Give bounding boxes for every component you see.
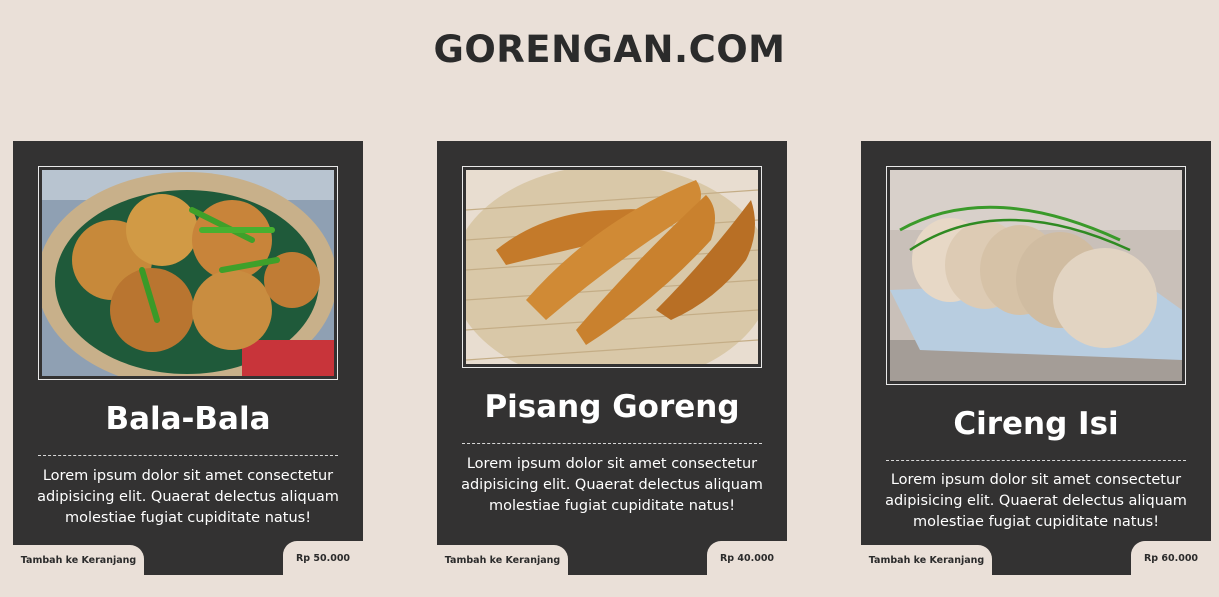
product-card-bala-bala: Bala-Bala Lorem ipsum dolor sit amet con…	[13, 141, 363, 575]
product-description: Lorem ipsum dolor sit amet consectetur a…	[885, 472, 1187, 530]
price-tag: Rp 60.000	[1131, 541, 1211, 575]
product-photo-frame	[462, 166, 762, 368]
product-card-pisang-goreng: Pisang Goreng Lorem ipsum dolor sit amet…	[437, 141, 787, 575]
product-name: Bala-Bala	[105, 401, 271, 437]
divider	[38, 455, 338, 456]
product-photo-frame	[886, 166, 1186, 385]
site-title: GORENGAN.COM	[433, 28, 786, 71]
pisang-goreng-photo	[466, 170, 758, 364]
product-description: Lorem ipsum dolor sit amet consectetur a…	[37, 468, 339, 526]
add-to-cart-button[interactable]: Tambah ke Keranjang	[861, 545, 992, 575]
bala-bala-photo	[42, 170, 334, 376]
price-tag: Rp 50.000	[283, 541, 363, 575]
cireng-isi-photo	[890, 170, 1182, 381]
divider	[886, 460, 1186, 461]
add-to-cart-button[interactable]: Tambah ke Keranjang	[437, 545, 568, 575]
price-tag: Rp 40.000	[707, 541, 787, 575]
product-photo-frame	[38, 166, 338, 380]
product-card-cireng-isi: Cireng Isi Lorem ipsum dolor sit amet co…	[861, 141, 1211, 575]
divider	[462, 443, 762, 444]
product-name: Cireng Isi	[953, 406, 1119, 442]
product-name: Pisang Goreng	[484, 389, 740, 425]
product-description: Lorem ipsum dolor sit amet consectetur a…	[461, 456, 763, 514]
add-to-cart-button[interactable]: Tambah ke Keranjang	[13, 545, 144, 575]
